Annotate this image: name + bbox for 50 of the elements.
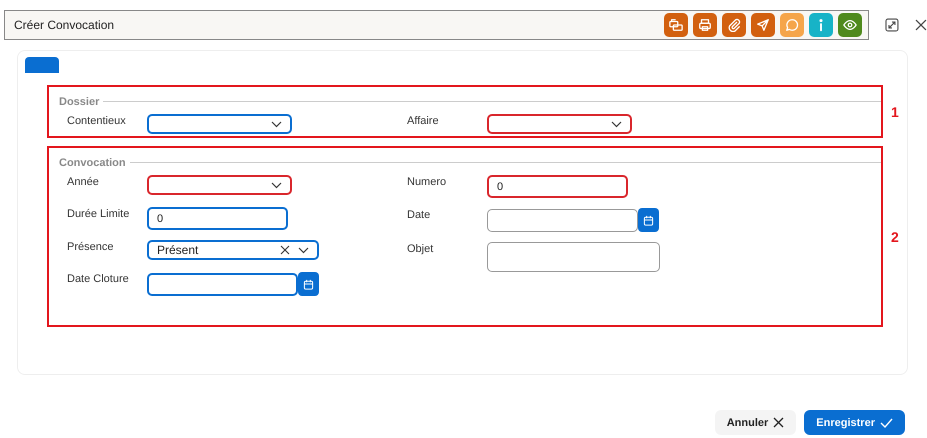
field-label: Objet [407,242,434,255]
field-label: Date Cloture [67,272,130,285]
clear-icon[interactable] [280,245,290,255]
calendar-icon [643,214,654,226]
date-field[interactable] [147,272,298,296]
expand-icon[interactable] [885,18,900,32]
dropdown-field[interactable]: Présent [147,240,319,260]
speech-bubble-icon [785,18,800,32]
dropdown-field[interactable] [487,114,632,134]
print-button[interactable] [693,13,718,37]
paper-plane-icon [756,18,770,32]
window-title: Créer Convocation [14,18,114,32]
date-field[interactable] [487,208,638,232]
paperclip-icon [727,18,742,32]
folders-icon [669,18,684,32]
dropdown-field[interactable] [147,114,292,134]
field-label: Durée Limite [67,207,130,220]
section-title: Dossier [59,96,104,108]
dropdown-field[interactable] [147,175,292,195]
chevron-down-icon[interactable] [298,246,309,254]
calendar-button[interactable] [298,272,319,296]
section-title: Convocation [59,156,130,168]
eye-button[interactable] [838,13,862,37]
chevron-down-icon[interactable] [271,120,282,128]
chevron-down-icon[interactable] [271,182,282,188]
annotation-number: 1 [891,104,899,120]
field-label: Année [67,175,100,188]
clip-button[interactable] [722,13,746,37]
close-icon [773,417,784,428]
checkmark-icon [880,418,893,428]
info-button[interactable] [809,13,834,37]
input-field[interactable]: 0 [147,207,288,230]
folders-button[interactable] [664,13,688,37]
input-field[interactable]: 0 [487,175,628,198]
cancel-button[interactable]: Annuler [714,410,796,435]
send-button[interactable] [751,13,776,37]
field-label: Contentieux [67,114,127,127]
field-label: Numero [407,175,448,188]
chevron-down-icon[interactable] [611,120,622,128]
text-area[interactable] [487,242,660,272]
calendar-icon [303,278,314,290]
field-label: Affaire [407,114,440,127]
annotation-number: 2 [891,228,899,244]
close-icon[interactable] [915,19,927,31]
save-button[interactable]: Enregistrer [804,410,905,435]
calendar-button[interactable] [638,208,659,232]
field-label: Présence [67,240,114,253]
printer-icon [698,18,712,32]
field-label: Date [407,208,432,221]
eye-icon [843,18,858,32]
